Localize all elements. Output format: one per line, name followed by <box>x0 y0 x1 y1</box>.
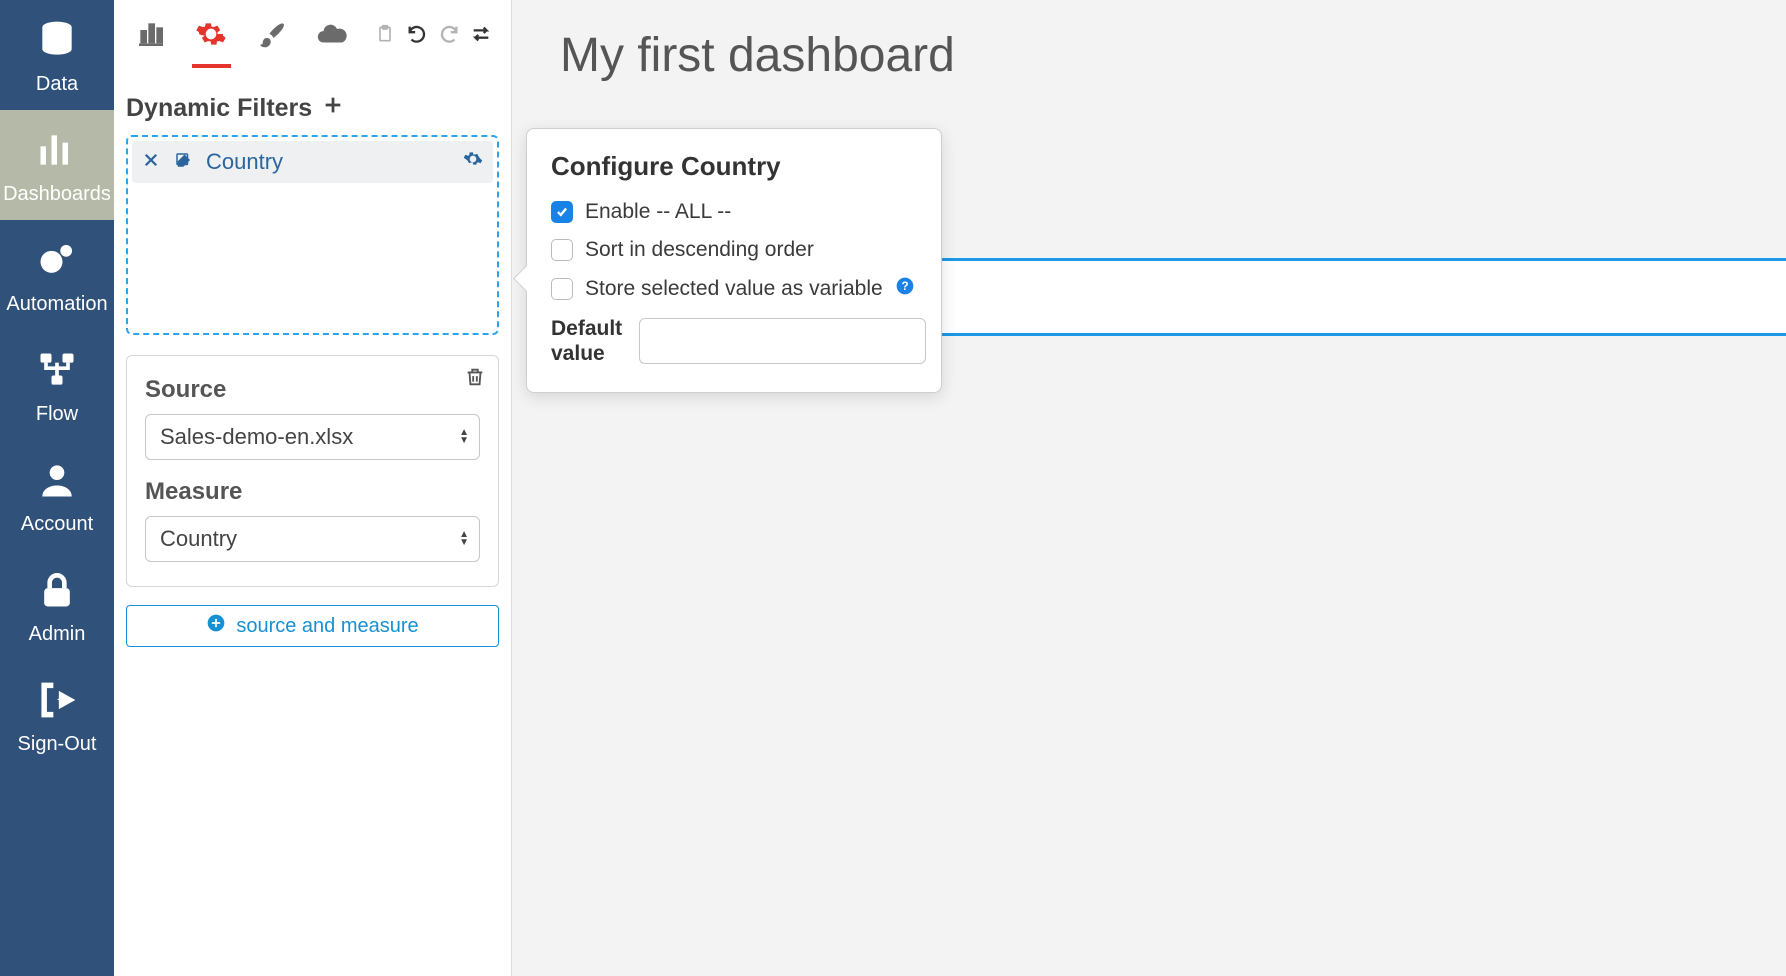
toolbar-redo[interactable] <box>435 22 463 50</box>
nav-account[interactable]: Account <box>0 440 114 550</box>
nav-label: Data <box>36 73 78 96</box>
toolbar-cloud[interactable] <box>311 10 353 62</box>
section-title-text: Dynamic Filters <box>126 94 312 123</box>
enable-all-label: Enable -- ALL -- <box>585 200 731 224</box>
nav-label: Automation <box>6 293 107 316</box>
user-icon <box>35 458 79 507</box>
enable-all-row[interactable]: Enable -- ALL -- <box>551 200 917 224</box>
help-icon[interactable]: ? <box>895 276 915 302</box>
measure-value: Country <box>160 526 237 552</box>
sort-desc-checkbox[interactable] <box>551 239 573 261</box>
nav-label: Admin <box>29 623 86 646</box>
nav-automation[interactable]: Automation <box>0 220 114 330</box>
edit-filter-icon[interactable] <box>174 149 192 175</box>
lock-icon <box>35 568 79 617</box>
database-icon <box>35 18 79 67</box>
store-var-row[interactable]: Store selected value as variable ? <box>551 276 917 302</box>
toolbar-undo[interactable] <box>403 22 431 50</box>
bar-chart-icon <box>135 18 167 55</box>
configure-country-popover: Configure Country Enable -- ALL -- Sort … <box>526 128 942 393</box>
filter-drop-zone[interactable]: Country <box>126 135 499 335</box>
toolbar-swap[interactable] <box>467 22 495 50</box>
redo-icon <box>438 23 460 50</box>
add-source-measure-button[interactable]: source and measure <box>126 605 499 647</box>
svg-text:?: ? <box>901 280 908 293</box>
nav-label: Flow <box>36 403 78 426</box>
dashboard-title[interactable]: My first dashboard <box>560 28 1746 83</box>
filter-chip-country[interactable]: Country <box>132 141 493 183</box>
undo-icon <box>406 23 428 50</box>
remove-filter-icon[interactable] <box>142 149 160 175</box>
default-value-input[interactable] <box>639 318 926 364</box>
flow-icon <box>35 348 79 397</box>
nav-dashboards[interactable]: Dashboards <box>0 110 114 220</box>
nav-signout[interactable]: Sign-Out <box>0 660 114 770</box>
source-measure-card: Source Sales-demo-en.xlsx ▲▼ Measure Cou… <box>126 355 499 587</box>
toolbar-clipboard[interactable] <box>371 22 399 50</box>
add-source-measure-label: source and measure <box>236 615 418 638</box>
cloud-icon <box>315 17 349 56</box>
source-value: Sales-demo-en.xlsx <box>160 424 353 450</box>
paint-brush-icon <box>256 18 288 55</box>
sort-desc-row[interactable]: Sort in descending order <box>551 238 917 262</box>
sign-out-icon <box>35 678 79 727</box>
enable-all-checkbox[interactable] <box>551 201 573 223</box>
plus-circle-icon <box>206 613 226 639</box>
source-select[interactable]: Sales-demo-en.xlsx ▲▼ <box>145 414 480 460</box>
nav-admin[interactable]: Admin <box>0 550 114 660</box>
toolbar-chart[interactable] <box>130 10 172 62</box>
popover-title: Configure Country <box>551 151 917 182</box>
nav-label: Sign-Out <box>18 733 97 756</box>
filter-chip-label: Country <box>206 149 283 175</box>
measure-select[interactable]: Country ▲▼ <box>145 516 480 562</box>
plus-icon[interactable] <box>322 94 344 123</box>
gears-icon <box>35 238 79 287</box>
nav-data[interactable]: Data <box>0 0 114 110</box>
measure-label: Measure <box>145 478 480 506</box>
store-var-checkbox[interactable] <box>551 278 573 300</box>
swap-icon <box>470 23 492 50</box>
nav-rail: Data Dashboards Automation Flow Account … <box>0 0 114 976</box>
source-label: Source <box>145 376 480 404</box>
select-arrows-icon: ▲▼ <box>459 429 469 445</box>
nav-label: Dashboards <box>3 183 111 206</box>
clipboard-icon <box>375 24 395 49</box>
toolbar-style[interactable] <box>251 10 293 62</box>
toolbar-history-group <box>371 22 495 50</box>
store-var-label: Store selected value as variable <box>585 277 883 301</box>
panel-toolbar <box>126 0 499 66</box>
delete-card-icon[interactable] <box>464 366 486 393</box>
gear-icon <box>195 18 227 55</box>
bar-chart-icon <box>35 128 79 177</box>
default-value-row: Default value <box>551 316 917 366</box>
select-arrows-icon: ▲▼ <box>459 531 469 547</box>
toolbar-settings[interactable] <box>190 10 232 62</box>
dynamic-filters-title: Dynamic Filters <box>126 94 499 123</box>
config-panel: Dynamic Filters Country Source Sales-dem… <box>114 0 512 976</box>
filter-settings-icon[interactable] <box>463 149 483 175</box>
nav-flow[interactable]: Flow <box>0 330 114 440</box>
nav-label: Account <box>21 513 93 536</box>
sort-desc-label: Sort in descending order <box>585 238 814 262</box>
default-value-label: Default value <box>551 316 621 366</box>
